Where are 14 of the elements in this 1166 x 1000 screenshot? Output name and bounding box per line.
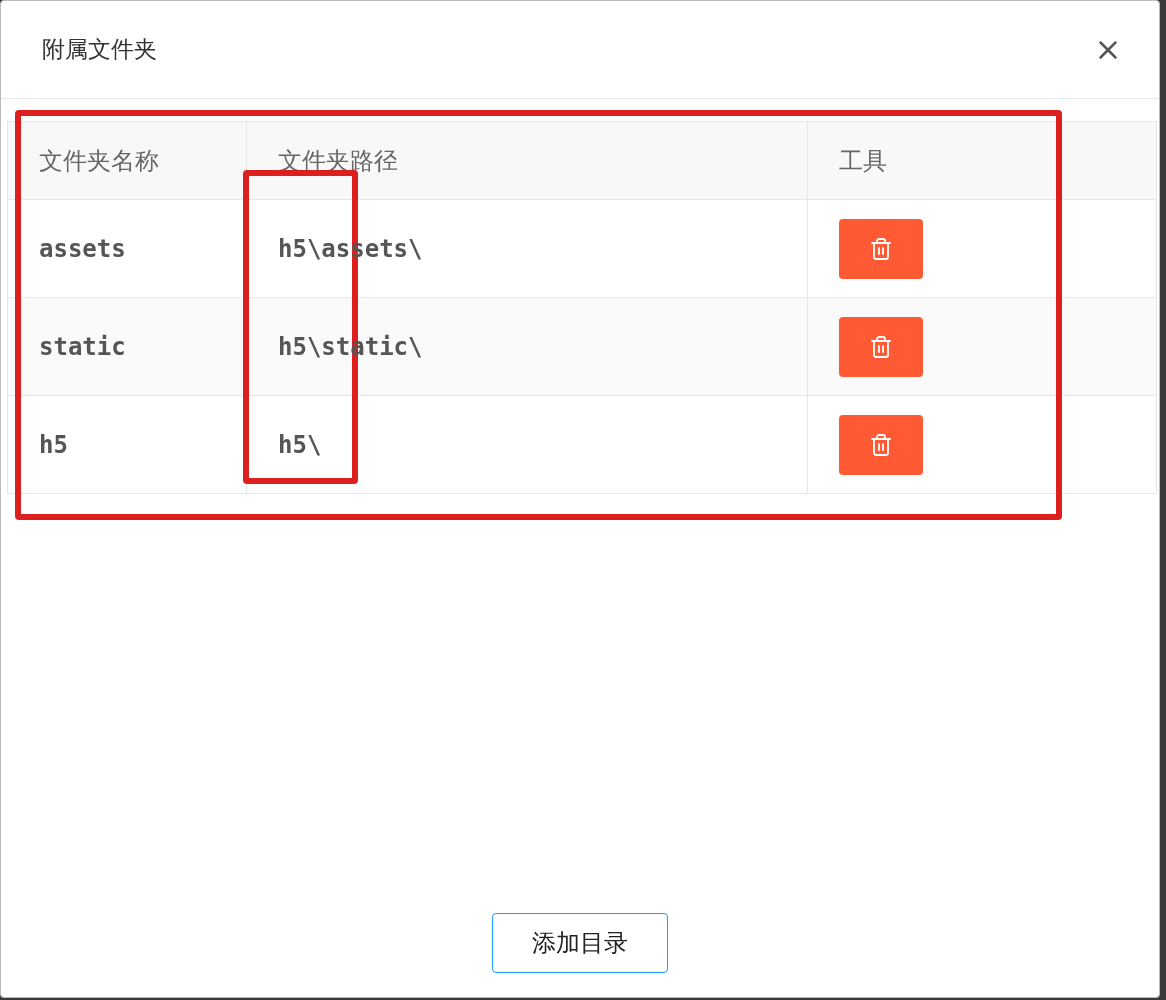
folder-name: assets (39, 234, 126, 263)
trash-icon (869, 432, 893, 457)
column-header: 文件夹名称 (39, 146, 159, 175)
column-header: 工具 (839, 146, 887, 175)
add-directory-button[interactable]: 添加目录 (492, 913, 668, 973)
trash-icon (869, 236, 893, 261)
dialog-title: 附属文件夹 (42, 35, 157, 65)
folder-name: static (39, 332, 126, 361)
delete-button[interactable] (839, 316, 923, 377)
folder-name: h5 (39, 430, 68, 459)
delete-button[interactable] (839, 218, 923, 279)
folder-path: h5\ (278, 430, 322, 459)
delete-button[interactable] (839, 414, 923, 475)
trash-icon (869, 334, 893, 359)
